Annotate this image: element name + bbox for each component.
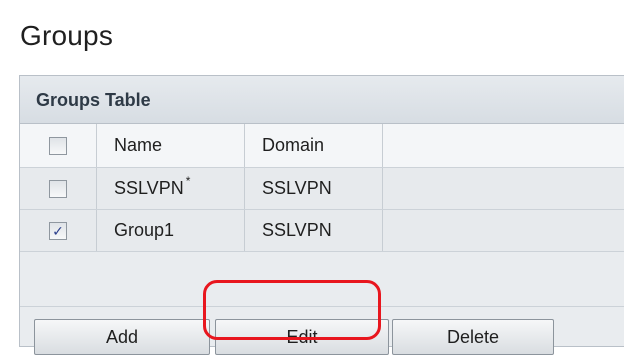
delete-button[interactable]: Delete — [392, 319, 554, 355]
groups-table-title: Groups Table — [36, 90, 151, 110]
groups-table-header: Groups Table — [20, 76, 624, 124]
table-row: SSLVPN * SSLVPN — [20, 168, 624, 210]
add-button[interactable]: Add — [34, 319, 210, 355]
group-domain: SSLVPN — [262, 178, 332, 198]
edit-button[interactable]: Edit — [215, 319, 389, 355]
group-name: SSLVPN — [114, 178, 184, 198]
groups-table-panel: Groups Table Name Domain SSLVPN * SSLVPN… — [19, 75, 624, 355]
column-header-domain[interactable]: Domain — [244, 124, 382, 167]
group-name: Group1 — [114, 220, 175, 240]
default-group-marker: * — [185, 173, 191, 188]
column-divider — [382, 124, 383, 167]
row-checkbox-sslvpn[interactable] — [49, 179, 67, 198]
column-divider — [382, 210, 383, 251]
select-all-checkbox[interactable] — [49, 136, 67, 155]
groups-table: Name Domain SSLVPN * SSLVPN ✓ Group1 SSL… — [20, 124, 624, 252]
table-header-row: Name Domain — [20, 124, 624, 168]
row-select-cell: ✓ — [20, 210, 96, 251]
groups-page: Groups Groups Table Name Domain SSLVPN *… — [0, 0, 624, 360]
group-name-cell: SSLVPN * — [96, 168, 244, 209]
group-domain: SSLVPN — [262, 220, 332, 240]
group-name-cell: Group1 — [96, 210, 244, 251]
select-all-cell — [20, 124, 96, 167]
column-divider — [382, 168, 383, 209]
page-title: Groups — [20, 20, 114, 51]
row-checkbox-group1[interactable]: ✓ — [49, 221, 67, 240]
column-header-name[interactable]: Name — [96, 124, 244, 167]
table-action-bar: Add Edit Delete — [20, 306, 624, 355]
row-select-cell — [20, 168, 96, 209]
table-row: ✓ Group1 SSLVPN — [20, 210, 624, 252]
